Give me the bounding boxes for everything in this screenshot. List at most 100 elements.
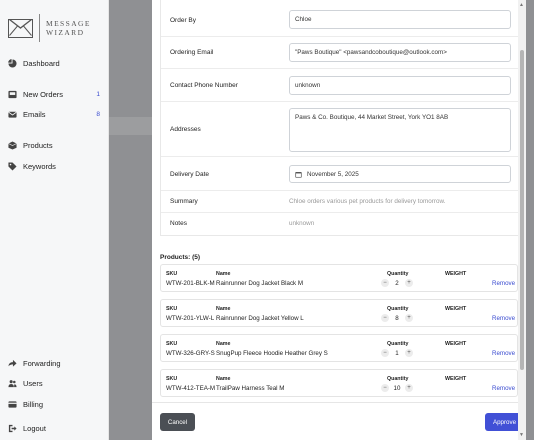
weight-header: WEIGHT: [445, 376, 467, 382]
quantity-header: Quantity: [387, 376, 409, 382]
decrement-button[interactable]: −: [381, 314, 389, 322]
forward-arrow-icon: [8, 359, 17, 368]
order-by-label: Order By: [170, 17, 197, 24]
quantity-value[interactable]: 8: [389, 315, 405, 322]
product-sku: WTW-201-YLW-L: [166, 315, 215, 322]
product-row: SKU Name Quantity WEIGHT WTW-201-YLW-L R…: [160, 299, 518, 327]
scroll-down-icon[interactable]: ▼: [519, 432, 524, 438]
sidebar-item-label: Forwarding: [23, 359, 61, 368]
quantity-value[interactable]: 2: [389, 280, 405, 287]
summary-value: Chloe orders various pet products for de…: [289, 198, 446, 205]
logo-text-line1: MESSAGE: [46, 19, 91, 28]
scrollbar-thumb[interactable]: [520, 50, 524, 370]
count-badge: 8: [96, 111, 100, 118]
product-row: SKU Name Quantity WEIGHT WTW-412-TEA-M T…: [160, 369, 518, 397]
sidebar-item-billing[interactable]: Billing: [8, 400, 100, 409]
remove-link[interactable]: Remove: [492, 350, 515, 357]
product-row: SKU Name Quantity WEIGHT WTW-326-GRY-S S…: [160, 334, 518, 362]
logo-text: MESSAGE WIZARD: [46, 19, 91, 37]
order-review-modal: Order By Chloe Ordering Email "Paws Bout…: [152, 0, 526, 440]
addresses-label: Addresses: [170, 126, 201, 133]
remove-link[interactable]: Remove: [492, 315, 515, 322]
products-title: Products: (5): [160, 254, 201, 261]
product-sku: WTW-412-TEA-M: [166, 385, 216, 392]
sidebar-item-label: Billing: [23, 400, 44, 409]
sku-header: SKU: [166, 271, 178, 277]
quantity-stepper: − 1 +: [381, 349, 413, 357]
name-header: Name: [216, 341, 231, 347]
app-logo[interactable]: MESSAGE WIZARD: [8, 14, 91, 42]
contact-phone-field[interactable]: unknown: [289, 76, 511, 95]
sidebar-item-label: Logout: [23, 424, 46, 433]
delivery-date-row: Delivery Date November 5, 2025: [161, 157, 521, 191]
ordering-email-field[interactable]: "Paws Boutique" <pawsandcoboutique@outlo…: [289, 43, 511, 62]
sidebar-item-dashboard[interactable]: Dashboard: [8, 59, 100, 68]
sidebar-item-logout[interactable]: Logout: [8, 424, 100, 433]
sidebar-item-label: Emails: [23, 110, 46, 119]
logo-text-line2: WIZARD: [46, 28, 85, 37]
sku-header: SKU: [166, 341, 178, 347]
scroll-up-icon[interactable]: ▲: [519, 2, 524, 8]
notes-row: Notes unknown: [161, 213, 521, 235]
inbox-icon: [8, 90, 17, 99]
quantity-value[interactable]: 10: [389, 385, 405, 392]
product-sku: WTW-326-GRY-S: [166, 350, 215, 357]
sidebar-item-new-orders[interactable]: New Orders 1: [8, 90, 100, 99]
addresses-value: Paws & Co. Boutique, 44 Market Street, Y…: [295, 114, 449, 121]
credit-card-icon: [8, 400, 17, 409]
sku-header: SKU: [166, 306, 178, 312]
delivery-date-label: Delivery Date: [170, 171, 210, 178]
increment-button[interactable]: +: [405, 384, 413, 392]
sidebar-item-keywords[interactable]: Keywords: [8, 162, 100, 171]
increment-button[interactable]: +: [405, 349, 413, 357]
tag-icon: [8, 162, 17, 171]
increment-button[interactable]: +: [405, 314, 413, 322]
quantity-header: Quantity: [387, 341, 409, 347]
sidebar: MESSAGE WIZARD Dashboard New Orders 1 Em…: [0, 0, 109, 440]
sidebar-item-products[interactable]: Products: [8, 141, 100, 150]
envelope-icon: [8, 110, 17, 119]
decrement-button[interactable]: −: [381, 279, 389, 287]
ordering-email-label: Ordering Email: [170, 49, 214, 56]
sidebar-item-users[interactable]: Users: [8, 379, 100, 388]
quantity-stepper: − 8 +: [381, 314, 413, 322]
remove-link[interactable]: Remove: [492, 385, 515, 392]
users-icon: [8, 379, 17, 388]
quantity-stepper: − 10 +: [381, 384, 413, 392]
addresses-row: Addresses Paws & Co. Boutique, 44 Market…: [161, 102, 521, 157]
order-by-field[interactable]: Chloe: [289, 10, 511, 29]
logout-icon: [8, 424, 17, 433]
count-badge: 1: [96, 91, 100, 98]
modal-footer: Cancel Approve: [152, 402, 526, 440]
sidebar-item-label: Dashboard: [23, 59, 60, 68]
sidebar-item-label: Keywords: [23, 162, 56, 171]
product-name: SnugPup Fleece Hoodie Heather Grey S: [216, 350, 328, 357]
contact-phone-value: unknown: [295, 82, 321, 89]
quantity-header: Quantity: [387, 306, 409, 312]
sidebar-item-forwarding[interactable]: Forwarding: [8, 359, 100, 368]
decrement-button[interactable]: −: [381, 349, 389, 357]
ordering-email-row: Ordering Email "Paws Boutique" <pawsandc…: [161, 37, 521, 69]
cancel-button[interactable]: Cancel: [160, 413, 195, 431]
quantity-value[interactable]: 1: [389, 350, 405, 357]
contact-phone-label: Contact Phone Number: [170, 82, 238, 89]
addresses-textarea[interactable]: Paws & Co. Boutique, 44 Market Street, Y…: [289, 108, 511, 152]
weight-header: WEIGHT: [445, 306, 467, 312]
decrement-button[interactable]: −: [381, 384, 389, 392]
modal-scrollbar[interactable]: ▲ ▼: [518, 0, 526, 440]
increment-button[interactable]: +: [405, 279, 413, 287]
summary-label: Summary: [170, 198, 198, 205]
delivery-date-value: November 5, 2025: [307, 170, 359, 178]
quantity-stepper: − 2 +: [381, 279, 413, 287]
product-name: Rainrunner Dog Jacket Black M: [216, 280, 304, 287]
quantity-header: Quantity: [387, 271, 409, 277]
delivery-date-picker[interactable]: November 5, 2025: [289, 165, 511, 183]
box-icon: [8, 141, 17, 150]
weight-header: WEIGHT: [445, 341, 467, 347]
sku-header: SKU: [166, 376, 178, 382]
calendar-icon: [295, 171, 302, 178]
sidebar-item-emails[interactable]: Emails 8: [8, 110, 100, 119]
remove-link[interactable]: Remove: [492, 280, 515, 287]
pie-chart-icon: [8, 59, 17, 68]
product-name: Rainrunner Dog Jacket Yellow L: [216, 315, 304, 322]
